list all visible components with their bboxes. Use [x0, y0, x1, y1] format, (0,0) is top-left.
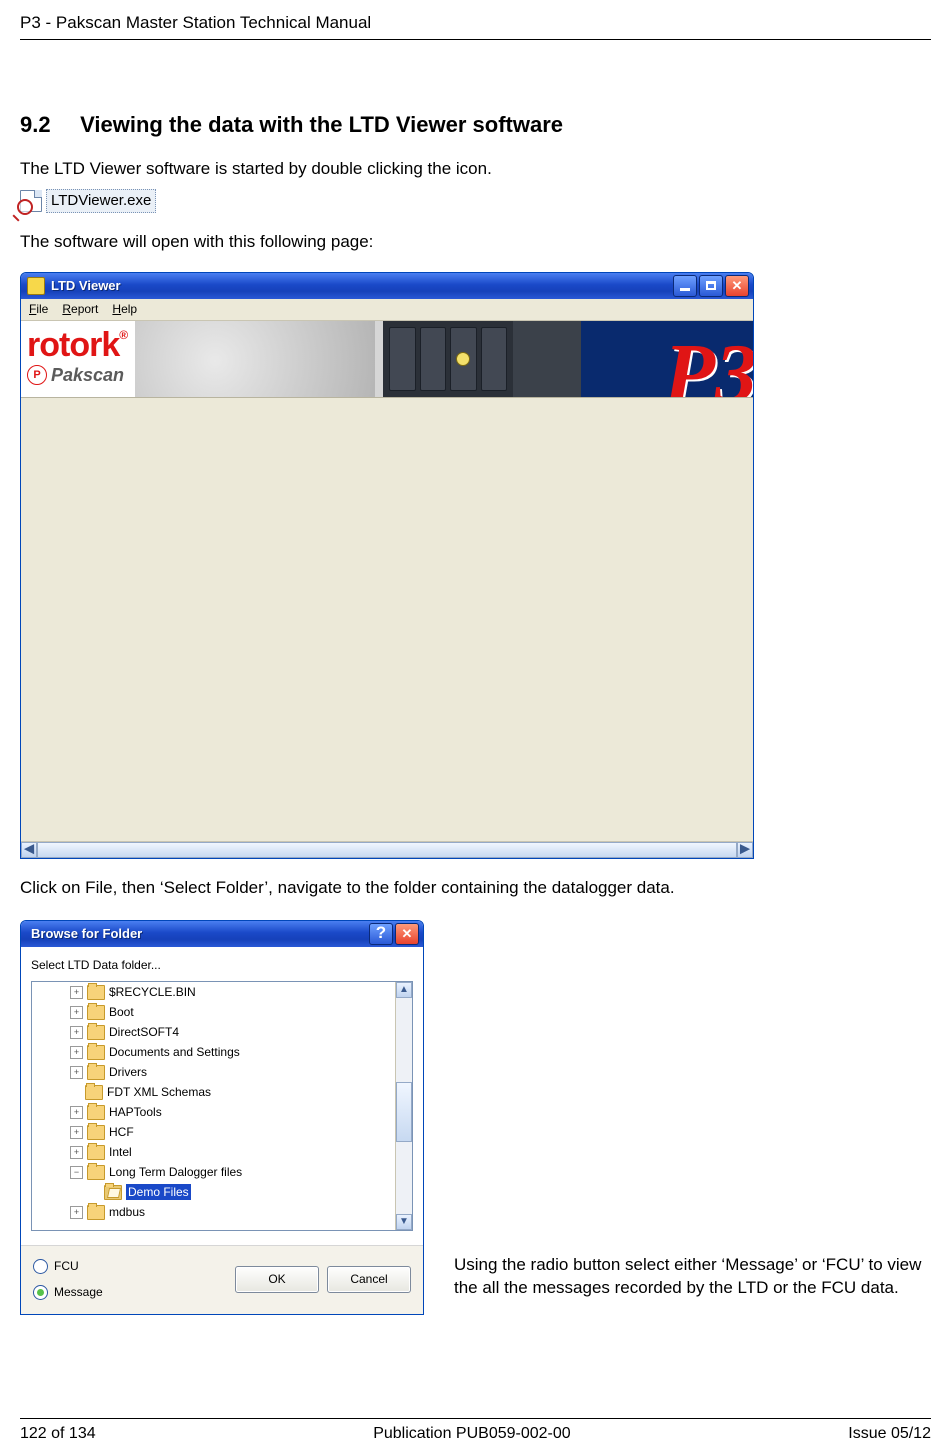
collapse-icon[interactable]: −: [70, 1166, 83, 1179]
close-button[interactable]: ✕: [395, 923, 419, 945]
menu-file[interactable]: File: [29, 301, 48, 317]
ltd-viewer-window: LTD Viewer ✕ File Report Help rotork® P …: [20, 272, 754, 859]
paragraph: Click on File, then ‘Select Folder’, nav…: [20, 877, 931, 900]
tree-item[interactable]: Long Term Dalogger files: [109, 1164, 242, 1180]
folder-icon: [87, 1005, 105, 1020]
menubar: File Report Help: [21, 299, 753, 321]
radio-message[interactable]: Message: [33, 1284, 227, 1300]
minimize-button[interactable]: [673, 275, 697, 297]
scroll-up-button[interactable]: ▲: [396, 982, 412, 998]
p3-logo: P3: [664, 321, 753, 398]
tree-item[interactable]: Documents and Settings: [109, 1044, 240, 1060]
banner: rotork® P Pakscan P3: [21, 321, 753, 398]
expand-icon[interactable]: +: [70, 1126, 83, 1139]
titlebar[interactable]: LTD Viewer ✕: [21, 273, 753, 299]
rotork-logo: rotork®: [27, 330, 127, 361]
folder-icon: [87, 1145, 105, 1160]
expand-icon[interactable]: +: [70, 1106, 83, 1119]
window-title: LTD Viewer: [51, 277, 667, 295]
footer-publication: Publication PUB059-002-00: [373, 1423, 570, 1445]
horizontal-scrollbar[interactable]: ◄ ►: [21, 841, 753, 858]
folder-icon: [85, 1085, 103, 1100]
expand-icon[interactable]: +: [70, 1026, 83, 1039]
scroll-right-button[interactable]: ►: [737, 842, 753, 858]
client-area: ◄ ►: [21, 398, 753, 858]
tree-item[interactable]: Drivers: [109, 1064, 147, 1080]
scroll-thumb[interactable]: [396, 1082, 412, 1142]
expand-icon[interactable]: +: [70, 1046, 83, 1059]
tree-item[interactable]: DirectSOFT4: [109, 1024, 179, 1040]
section-number: 9.2: [20, 110, 74, 140]
close-button[interactable]: ✕: [725, 275, 749, 297]
page-header: P3 - Pakscan Master Station Technical Ma…: [20, 10, 931, 40]
ltdviewer-exe-icon: [20, 190, 42, 212]
paragraph: The software will open with this followi…: [20, 231, 931, 254]
pakscan-logo: Pakscan: [51, 363, 124, 387]
maximize-button[interactable]: [699, 275, 723, 297]
menu-report[interactable]: Report: [62, 301, 98, 317]
exe-shortcut[interactable]: LTDViewer.exe: [20, 189, 200, 213]
radio-icon: [33, 1285, 48, 1300]
pakscan-badge-icon: P: [27, 365, 47, 385]
app-icon: [27, 277, 45, 295]
paragraph: The LTD Viewer software is started by do…: [20, 158, 931, 181]
dialog-hint: Select LTD Data folder...: [31, 957, 413, 973]
tree-item[interactable]: mdbus: [109, 1204, 145, 1220]
tree-item[interactable]: FDT XML Schemas: [107, 1084, 211, 1100]
help-button[interactable]: ?: [369, 923, 393, 945]
expand-icon[interactable]: +: [70, 1206, 83, 1219]
tree-item[interactable]: $RECYCLE.BIN: [109, 984, 196, 1000]
exe-filename: LTDViewer.exe: [46, 189, 156, 213]
cancel-button[interactable]: Cancel: [327, 1266, 411, 1293]
footer-issue: Issue 05/12: [848, 1423, 931, 1445]
tree-item-selected[interactable]: Demo Files: [126, 1184, 191, 1200]
folder-icon: [87, 1125, 105, 1140]
menu-help[interactable]: Help: [112, 301, 137, 317]
browse-for-folder-dialog: Browse for Folder ? ✕ Select LTD Data fo…: [20, 920, 424, 1316]
expand-icon[interactable]: +: [70, 1006, 83, 1019]
folder-tree[interactable]: + $RECYCLE.BIN + Boot + DirectSOFT4 + Docume…: [31, 981, 413, 1231]
expand-icon[interactable]: +: [70, 986, 83, 999]
titlebar[interactable]: Browse for Folder ? ✕: [21, 921, 423, 947]
folder-icon: [87, 1205, 105, 1220]
paragraph: Using the radio button select either ‘Me…: [454, 1254, 931, 1316]
tree-item[interactable]: Boot: [109, 1004, 134, 1020]
folder-icon: [87, 1025, 105, 1040]
open-folder-icon: [104, 1185, 122, 1200]
scroll-thumb[interactable]: [37, 842, 737, 858]
scroll-left-button[interactable]: ◄: [21, 842, 37, 858]
folder-icon: [87, 1165, 105, 1180]
expand-icon[interactable]: +: [70, 1146, 83, 1159]
scroll-down-button[interactable]: ▼: [396, 1214, 412, 1230]
folder-icon: [87, 1065, 105, 1080]
folder-icon: [87, 1045, 105, 1060]
page-footer: 122 of 134 Publication PUB059-002-00 Iss…: [20, 1418, 931, 1445]
footer-page: 122 of 134: [20, 1423, 96, 1445]
tree-item[interactable]: HCF: [109, 1124, 134, 1140]
radio-icon: [33, 1259, 48, 1274]
vertical-scrollbar[interactable]: ▲ ▼: [395, 982, 412, 1230]
tree-item[interactable]: Intel: [109, 1144, 132, 1160]
expand-icon[interactable]: +: [70, 1066, 83, 1079]
folder-icon: [87, 985, 105, 1000]
section-heading: 9.2 Viewing the data with the LTD Viewer…: [20, 110, 931, 140]
section-title: Viewing the data with the LTD Viewer sof…: [80, 112, 563, 137]
radio-fcu[interactable]: FCU: [33, 1258, 227, 1274]
dialog-title: Browse for Folder: [27, 925, 363, 943]
folder-icon: [87, 1105, 105, 1120]
actuator-image: [135, 321, 375, 397]
rack-image: [383, 321, 513, 397]
tree-item[interactable]: HAPTools: [109, 1104, 162, 1120]
ok-button[interactable]: OK: [235, 1266, 319, 1293]
